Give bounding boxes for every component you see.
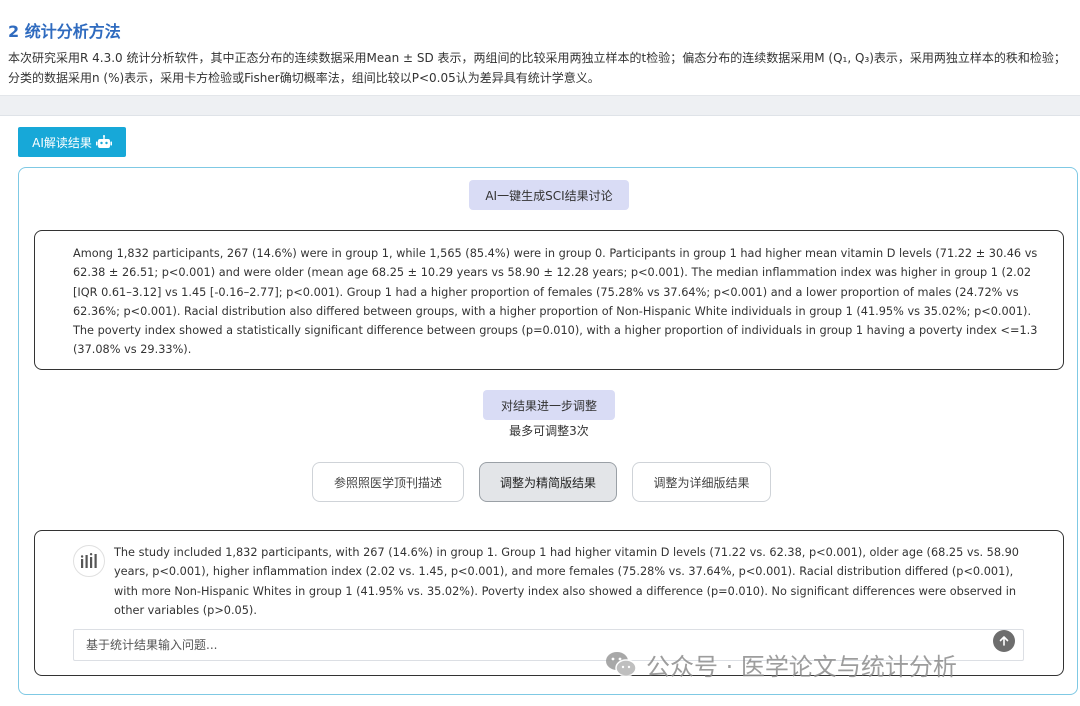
adjust-limit-note: 最多可调整3次 (509, 424, 589, 438)
send-button[interactable] (993, 630, 1015, 652)
methods-section: 2 统计分析方法 本次研究采用R 4.3.0 统计分析软件，其中正态分布的连续数… (0, 0, 1080, 96)
ai-interpret-button[interactable]: AI解读结果 (18, 127, 126, 157)
result-text-box: Among 1,832 participants, 267 (14.6%) we… (34, 230, 1064, 370)
bot-avatar (73, 545, 105, 577)
wechat-icon (606, 652, 637, 677)
option-journal-style-button[interactable]: 参照照医学顶刊描述 (312, 462, 464, 502)
adjust-result-button[interactable]: 对结果进一步调整 (483, 390, 615, 420)
watermark: 公众号 · 医学论文与统计分析 (604, 647, 957, 681)
option-concise-button[interactable]: 调整为精简版结果 (479, 462, 617, 502)
robot-icon (95, 135, 112, 148)
section-divider (0, 96, 1080, 116)
bot-avatar-icon (80, 553, 97, 568)
section-title: 2 统计分析方法 (8, 22, 121, 41)
ai-interpret-label: AI解读结果 (32, 135, 92, 150)
generate-sci-discussion-button[interactable]: AI一键生成SCI结果讨论 (469, 180, 629, 210)
option-detailed-button[interactable]: 调整为详细版结果 (632, 462, 771, 502)
result-text: Among 1,832 participants, 267 (14.6%) we… (73, 247, 1038, 357)
ai-result-panel: AI一键生成SCI结果讨论 Among 1,832 participants, … (18, 167, 1078, 695)
method-description: 本次研究采用R 4.3.0 统计分析软件，其中正态分布的连续数据采用Mean ±… (8, 51, 1066, 85)
watermark-text: 公众号 · 医学论文与统计分析 (646, 652, 957, 681)
arrow-up-icon (999, 636, 1009, 646)
bot-reply-text: The study included 1,832 participants, w… (114, 546, 1019, 617)
